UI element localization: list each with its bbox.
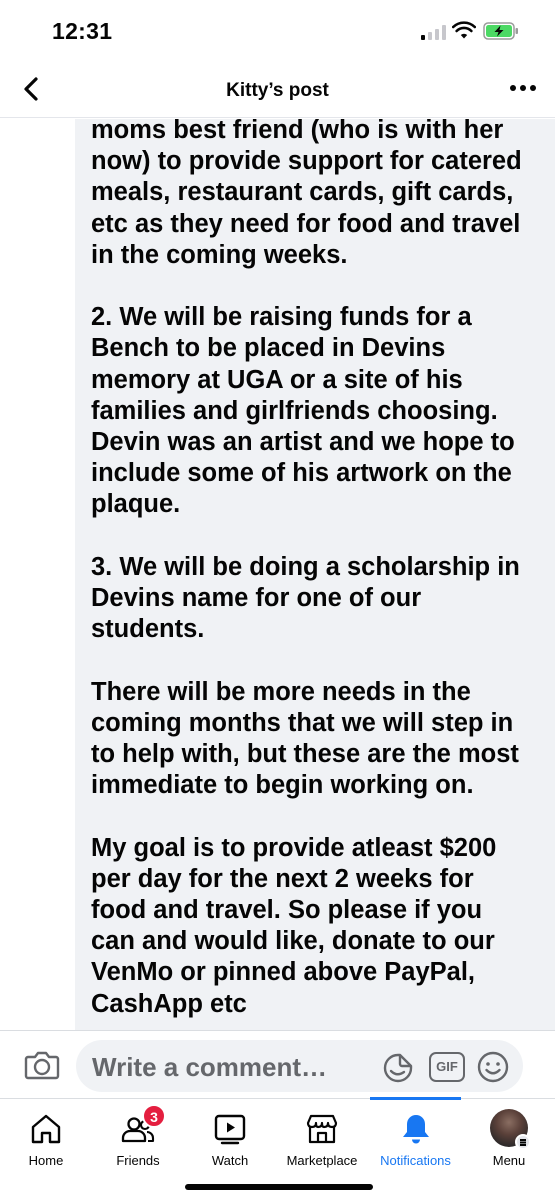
bell-icon xyxy=(402,1115,429,1144)
sticker-icon[interactable] xyxy=(382,1052,414,1084)
home-indicator[interactable] xyxy=(185,1184,373,1190)
watch-icon xyxy=(214,1114,246,1145)
battery-charging-icon xyxy=(483,22,518,40)
post-body-text: moms best friend (who is with her now) t… xyxy=(91,119,522,1018)
profile-avatar xyxy=(490,1109,531,1150)
tab-home[interactable]: Home xyxy=(0,1099,92,1179)
more-options-icon[interactable] xyxy=(510,85,536,93)
tab-notifications[interactable]: Notifications xyxy=(368,1097,463,1179)
wifi-icon xyxy=(452,21,476,39)
marketplace-icon xyxy=(306,1114,338,1144)
active-tab-indicator xyxy=(370,1097,461,1100)
friends-badge: 3 xyxy=(142,1104,166,1128)
home-icon xyxy=(31,1114,61,1144)
tab-menu-label: Menu xyxy=(492,1153,526,1168)
page-title: Kitty’s post xyxy=(226,80,329,101)
emoji-icon[interactable] xyxy=(476,1050,510,1084)
tab-watch-label: Watch xyxy=(211,1153,249,1168)
tab-notifications-label: Notifications xyxy=(380,1153,451,1168)
cellular-signal-icon xyxy=(421,24,447,40)
tab-friends-label: Friends xyxy=(116,1153,160,1168)
tab-friends[interactable]: Friends xyxy=(92,1099,184,1179)
comment-input[interactable]: Write a comment… GIF xyxy=(76,1040,523,1092)
comment-placeholder: Write a comment… xyxy=(92,1052,328,1082)
tab-menu[interactable]: Menu xyxy=(463,1099,555,1179)
camera-icon[interactable] xyxy=(24,1049,60,1081)
tab-home-label: Home xyxy=(28,1153,64,1168)
status-bar: 12:31 xyxy=(0,0,555,60)
menu-hamburger-icon xyxy=(515,1134,531,1150)
tab-watch[interactable]: Watch xyxy=(184,1099,276,1179)
tab-marketplace-label: Marketplace xyxy=(286,1153,358,1168)
bottom-tab-bar: Home Friends 3 Watch Marketplace Notific… xyxy=(0,1097,555,1200)
tab-marketplace[interactable]: Marketplace xyxy=(276,1099,368,1179)
post-content-area[interactable]: moms best friend (who is with her now) t… xyxy=(0,119,555,1030)
comment-bar: Write a comment… GIF xyxy=(0,1030,555,1098)
status-time: 12:31 xyxy=(52,18,113,44)
post-header: Kitty’s post xyxy=(0,60,555,118)
gif-button[interactable]: GIF xyxy=(429,1052,465,1082)
